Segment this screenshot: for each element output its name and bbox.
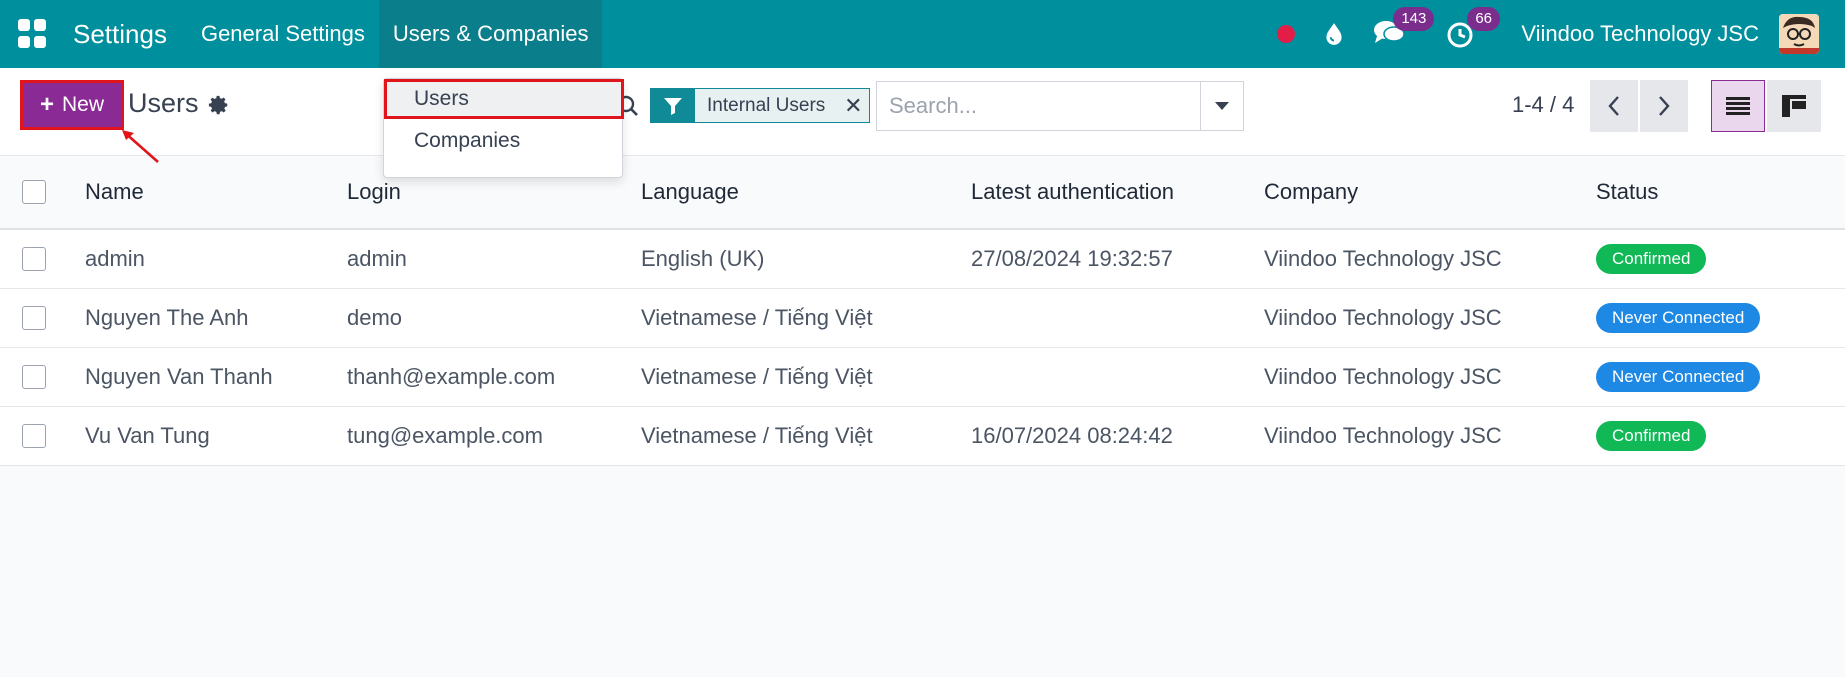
kanban-view-icon [1782,95,1806,117]
status-badge: Never Connected [1596,362,1761,392]
messages-badge: 143 [1393,7,1435,31]
pager-value[interactable]: 1-4 / 4 [1512,92,1574,118]
cell-latest-authentication: 27/08/2024 19:32:57 [971,246,1173,271]
cell-login: admin [347,246,407,271]
chevron-down-icon [1215,102,1229,110]
table-row[interactable]: admin admin English (UK) 27/08/2024 19:3… [0,230,1845,289]
systray: 143 66 Viindoo Technology JSC [1277,0,1845,68]
cell-name: Nguyen The Anh [85,305,249,330]
search-input[interactable]: Search... [876,81,1200,131]
menu-item-companies[interactable]: Companies [384,121,624,161]
select-all-checkbox[interactable] [22,180,46,204]
gear-icon[interactable] [208,94,230,116]
row-checkbox[interactable] [22,424,46,448]
cell-name: admin [85,246,145,271]
search-options-toggle[interactable] [1200,81,1244,131]
cell-company: Viindoo Technology JSC [1264,364,1502,389]
list-view-button[interactable] [1711,80,1765,132]
cell-company: Viindoo Technology JSC [1264,423,1502,448]
cell-name: Nguyen Van Thanh [85,364,273,389]
record-icon[interactable] [1277,25,1296,43]
table-row[interactable]: Vu Van Tung tung@example.com Vietnamese … [0,407,1845,466]
kanban-view-button[interactable] [1767,80,1821,132]
table-row[interactable]: Nguyen The Anh demo Vietnamese / Tiếng V… [0,289,1845,348]
cell-login: tung@example.com [347,423,543,448]
chevron-right-icon [1659,96,1670,116]
messages[interactable]: 143 [1373,7,1435,49]
company-switcher[interactable]: Viindoo Technology JSC [1521,21,1759,47]
cell-language: Vietnamese / Tiếng Việt [641,423,873,448]
drop-icon[interactable] [1321,21,1347,47]
cell-company: Viindoo Technology JSC [1264,305,1502,330]
activities[interactable]: 66 [1447,7,1500,49]
users-companies-dropdown: Users Companies [383,78,624,178]
control-panel: + New Users Internal Users ✕ Search... 1… [0,68,1845,156]
cell-login: demo [347,305,403,330]
status-badge: Confirmed [1596,244,1707,274]
row-checkbox[interactable] [22,306,46,330]
status-badge: Confirmed [1596,421,1707,451]
new-button[interactable]: + New [20,80,124,130]
status-badge: Never Connected [1596,303,1761,333]
annotation-arrow [122,130,159,163]
table-header: Name Login Language Latest authenticatio… [0,156,1845,230]
nav-general-settings[interactable]: General Settings [187,0,379,68]
nav-users-companies[interactable]: Users & Companies [378,0,603,68]
chevron-left-icon [1608,96,1619,116]
pager-previous[interactable] [1590,80,1638,132]
new-button-label: New [62,93,105,116]
pager-next[interactable] [1640,80,1688,132]
col-name[interactable]: Name [85,179,144,205]
activities-badge: 66 [1467,7,1500,31]
col-language[interactable]: Language [641,179,739,205]
col-login[interactable]: Login [347,179,401,205]
list-view-icon [1726,97,1750,115]
cell-language: English (UK) [641,246,765,271]
top-navbar: Settings General Settings Users & Compan… [0,0,1845,68]
filter-icon [651,89,695,122]
plus-icon: + [39,91,54,118]
breadcrumb: Users [128,88,199,118]
cell-company: Viindoo Technology JSC [1264,246,1502,271]
table-row[interactable]: Nguyen Van Thanh thanh@example.com Vietn… [0,348,1845,407]
col-company[interactable]: Company [1264,179,1358,205]
col-status[interactable]: Status [1596,179,1658,205]
cell-login: thanh@example.com [347,364,556,389]
col-latest-authentication[interactable]: Latest authentication [971,179,1174,205]
cell-language: Vietnamese / Tiếng Việt [641,364,873,389]
menu-item-users[interactable]: Users [384,79,624,119]
row-checkbox[interactable] [22,365,46,389]
close-icon[interactable]: ✕ [837,89,870,122]
users-list: Name Login Language Latest authenticatio… [0,156,1845,466]
cell-language: Vietnamese / Tiếng Việt [641,305,873,330]
cell-name: Vu Van Tung [85,423,210,448]
filter-facet[interactable]: Internal Users ✕ [650,88,871,123]
avatar[interactable] [1779,14,1819,54]
cell-latest-authentication: 16/07/2024 08:24:42 [971,423,1173,448]
app-title[interactable]: Settings [73,19,167,50]
row-checkbox[interactable] [22,247,46,271]
apps-icon[interactable] [18,19,48,49]
filter-facet-label: Internal Users [695,89,838,122]
